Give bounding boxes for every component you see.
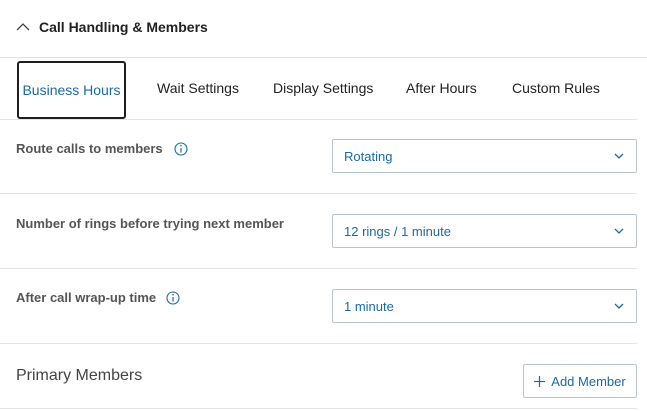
add-member-label: Add Member [551, 373, 626, 389]
divider [0, 408, 637, 409]
chevron-down-icon [614, 153, 624, 159]
wrap-up-value: 1 minute [344, 299, 394, 314]
route-calls-select[interactable]: Rotating [332, 139, 637, 173]
tab-wait-settings[interactable]: Wait Settings [157, 80, 239, 96]
route-calls-label-wrap: Route calls to members [16, 141, 188, 157]
rings-select[interactable]: 12 rings / 1 minute [332, 214, 637, 248]
section-title: Call Handling & Members [39, 19, 208, 35]
tab-bar: Business Hours Wait Settings Display Set… [0, 58, 637, 120]
setting-row-route-calls: Route calls to members Rotating [0, 120, 637, 194]
wrap-up-select[interactable]: 1 minute [332, 289, 637, 323]
primary-members-title: Primary Members [16, 367, 143, 384]
chevron-down-icon [614, 303, 624, 309]
rings-label: Number of rings before trying next membe… [16, 216, 284, 231]
route-calls-value: Rotating [344, 149, 393, 164]
chevron-up-icon [16, 23, 30, 31]
tab-after-hours[interactable]: After Hours [406, 80, 477, 96]
add-member-button[interactable]: Add Member [523, 364, 637, 398]
setting-row-wrap-up: After call wrap-up time 1 minute [0, 269, 637, 344]
rings-value: 12 rings / 1 minute [344, 224, 451, 239]
plus-icon [534, 375, 546, 387]
tab-custom-rules[interactable]: Custom Rules [512, 80, 600, 96]
info-icon[interactable] [166, 291, 180, 305]
wrap-up-label-wrap: After call wrap-up time [16, 290, 180, 306]
section-header-toggle[interactable]: Call Handling & Members [0, 0, 647, 58]
setting-row-rings: Number of rings before trying next membe… [0, 194, 637, 269]
info-icon[interactable] [174, 142, 188, 156]
tab-business-hours[interactable]: Business Hours [17, 61, 126, 119]
wrap-up-label: After call wrap-up time [16, 290, 157, 305]
route-calls-label: Route calls to members [16, 141, 163, 156]
chevron-down-icon [614, 228, 624, 234]
tab-display-settings[interactable]: Display Settings [273, 80, 373, 96]
